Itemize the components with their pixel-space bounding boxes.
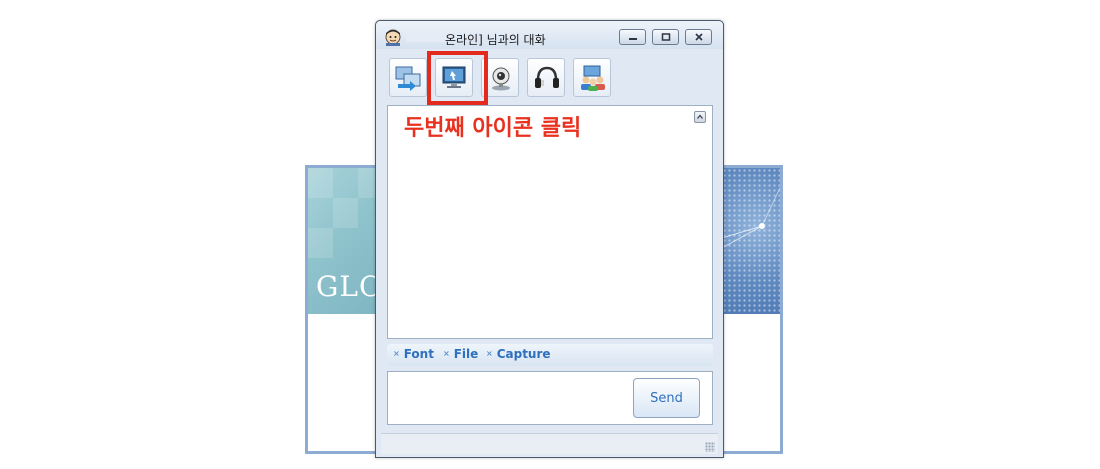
send-button[interactable]: Send (633, 378, 700, 418)
file-transfer-icon (395, 66, 421, 91)
file-transfer-button[interactable] (389, 58, 427, 97)
close-icon (694, 33, 703, 41)
message-input[interactable]: Send (387, 371, 713, 425)
message-options-bar: × Font × File × Capture (387, 344, 713, 366)
capture-option-label: Capture (496, 347, 551, 361)
file-option[interactable]: × File (443, 347, 478, 361)
title-bar[interactable]: 온라인] 님과의 대화 (376, 21, 723, 49)
background-banner-right (722, 168, 780, 314)
webcam-icon (492, 67, 510, 91)
instruction-annotation: 두번째 아이콘 클릭 (404, 116, 582, 141)
resize-grip-icon[interactable] (705, 442, 715, 452)
group-chat-button[interactable] (573, 58, 611, 97)
chat-window: 온라인] 님과의 대화 두번째 아이콘 클릭 × Font × File × C… (375, 20, 724, 458)
highlight-box (427, 51, 488, 105)
bullet-icon: × (393, 349, 400, 358)
user-avatar-icon (385, 29, 401, 46)
close-button[interactable] (685, 29, 712, 45)
minimize-button[interactable] (619, 29, 646, 45)
window-title: 온라인] 님과의 대화 (445, 33, 546, 47)
chat-history[interactable]: 두번째 아이콘 클릭 (387, 105, 713, 339)
scroll-up-button[interactable] (694, 111, 706, 123)
title-name-redaction (406, 31, 450, 42)
maximize-icon (661, 33, 670, 41)
bullet-icon: × (443, 349, 450, 358)
maximize-button[interactable] (652, 29, 679, 45)
minimize-icon (628, 38, 637, 40)
capture-option[interactable]: × Capture (486, 347, 551, 361)
background-logo-text: GLO (316, 270, 383, 303)
status-bar (381, 433, 718, 454)
font-option-label: Font (403, 347, 434, 361)
chevron-up-icon (697, 114, 703, 119)
background-banner-left: GLO (308, 168, 383, 314)
font-option[interactable]: × Font (393, 347, 434, 361)
group-users-icon (581, 65, 605, 91)
voice-chat-button[interactable] (527, 58, 565, 97)
bullet-icon: × (486, 349, 493, 358)
headset-icon (535, 66, 559, 88)
file-option-label: File (453, 347, 479, 361)
